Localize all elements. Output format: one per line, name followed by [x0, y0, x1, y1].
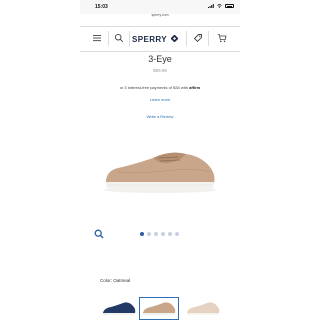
- gallery-pagination: [140, 232, 179, 236]
- color-swatch-navy[interactable]: [100, 297, 137, 320]
- gallery-dot[interactable]: [147, 232, 151, 236]
- oatmeal-shoe-thumbnail: [143, 302, 176, 315]
- learn-more-link[interactable]: Learn more: [80, 97, 240, 102]
- header-divider: [186, 31, 187, 46]
- color-swatch-light[interactable]: [184, 297, 221, 320]
- gallery-dot[interactable]: [140, 232, 144, 236]
- cart-icon[interactable]: [217, 33, 227, 43]
- logo-mark-icon: [171, 35, 178, 42]
- status-bar: 15:03 sperry.com: [80, 0, 240, 17]
- product-title: 3-Eye: [148, 54, 172, 64]
- status-time: 15:03: [95, 4, 108, 10]
- header-divider: [208, 31, 209, 46]
- phone-screen: 15:03 sperry.com SPERRY 3-Eye $99.95 or …: [80, 0, 240, 320]
- zoom-icon[interactable]: [94, 229, 104, 239]
- color-label: Color: Oatmeal: [100, 278, 131, 283]
- battery-icon: [225, 4, 234, 8]
- affirm-logo: affirm: [189, 85, 201, 90]
- site-header: SPERRY: [80, 26, 240, 52]
- brand-logo[interactable]: SPERRY: [132, 35, 167, 44]
- light-shoe-thumbnail: [187, 302, 220, 315]
- tag-icon[interactable]: [193, 33, 203, 43]
- status-icons: [208, 4, 234, 8]
- product-image[interactable]: [100, 140, 218, 196]
- wifi-icon: [217, 4, 222, 8]
- navy-shoe-thumbnail: [103, 302, 136, 315]
- gallery-dot[interactable]: [161, 232, 165, 236]
- write-review-link[interactable]: Write a Review: [80, 114, 240, 119]
- signal-icon: [208, 4, 214, 8]
- search-icon[interactable]: [114, 33, 124, 43]
- product-price: $99.95: [153, 68, 167, 73]
- header-divider: [129, 31, 130, 46]
- menu-icon[interactable]: [92, 33, 102, 43]
- gallery-dot[interactable]: [168, 232, 172, 236]
- gallery-dot[interactable]: [154, 232, 158, 236]
- gallery-dot[interactable]: [175, 232, 179, 236]
- affirm-message: or 3 interest-free payments of $34 with …: [80, 85, 240, 90]
- affirm-text: or 3 interest-free payments of $34 with: [119, 85, 188, 90]
- color-swatch-oatmeal[interactable]: [139, 297, 179, 320]
- header-divider: [108, 31, 109, 46]
- url-bar[interactable]: sperry.com: [80, 13, 240, 17]
